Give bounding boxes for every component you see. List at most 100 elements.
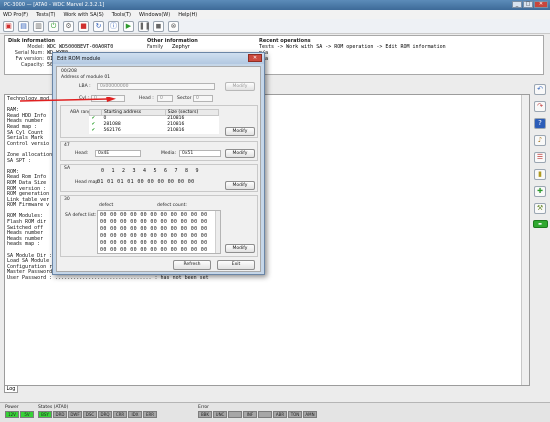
log-line: User Password : ........................… (7, 275, 209, 281)
help-circle-icon[interactable]: ? (534, 118, 546, 129)
cancel-icon[interactable]: ⊗ (168, 20, 179, 32)
database-icon[interactable]: ▮ (534, 169, 546, 180)
log-scrollbar[interactable] (521, 95, 529, 385)
family-label: Family (147, 44, 164, 50)
led-indicator: DRQ (98, 411, 112, 418)
power-group: Power 12V 5V (5, 405, 34, 418)
recent-operations: Recent operations Tests -> Work with SA … (259, 38, 446, 62)
reset-icon[interactable]: ↻ (93, 20, 104, 32)
music-note-icon[interactable]: ♪ (534, 135, 546, 146)
family-value: Zephyr (172, 44, 190, 50)
window-titlebar: PC-3000 — [ATA0 - WDC Marvel 2.3.2.1] _ … (0, 0, 550, 10)
power-on-icon[interactable]: ⏻ (48, 20, 59, 32)
defect-row: 00 00 00 00 00 00 00 00 00 00 00 (100, 233, 208, 239)
menu-item-wd-pro[interactable]: WD Pro(F) (3, 12, 28, 18)
list-check-icon[interactable]: ☰ (534, 152, 546, 163)
tools-icon[interactable]: ⚒ (534, 203, 546, 214)
led-indicator: UNC (213, 411, 227, 418)
exit-button[interactable]: Exit (217, 260, 255, 270)
defect-row: 00 00 00 00 00 00 00 00 00 00 00 (100, 219, 208, 225)
info-icon[interactable]: ⓘ (108, 20, 119, 32)
open-icon[interactable]: ▥ (33, 20, 44, 32)
check-icon[interactable]: ✔ (90, 128, 102, 134)
undo-icon[interactable]: ↶ (534, 84, 546, 95)
menu-item-help[interactable]: Help(H) (178, 12, 197, 18)
sa-defect-list-label: SA defect list: (65, 213, 97, 218)
lba-label: LBA : (79, 84, 91, 89)
sa-defect-frame: 30 defect defect count: SA defect list: … (60, 195, 258, 257)
modify-lba-button[interactable]: Modify (225, 82, 255, 91)
defect-column: defect (99, 203, 114, 208)
media-field[interactable]: 0x51 (179, 150, 221, 157)
menu-item-work-with-sa[interactable]: Work with SA(S) (64, 12, 104, 18)
play-icon[interactable]: ▶ (123, 20, 134, 32)
modify-head-map-button[interactable]: Modify (225, 181, 255, 190)
menu-item-windows[interactable]: Windows(W) (139, 12, 170, 18)
aba-frame: ABA range: Starting address Size (sector… (60, 105, 258, 138)
puzzle-icon[interactable]: ✚ (534, 186, 546, 197)
close-window-button[interactable]: ✕ (534, 1, 548, 8)
module-path: 00/208 (61, 69, 77, 74)
maximize-button[interactable]: □ (523, 1, 533, 8)
head-map-frame: SA 0 1 2 3 4 5 6 7 8 9 Head map: 01 01 0… (60, 164, 258, 192)
drive-icon[interactable]: ▣ (3, 20, 14, 32)
other-info: Other information Family Zephyr (147, 38, 198, 50)
led-indicator: INF (243, 411, 257, 418)
dialog-title: Edit ROM module (57, 55, 101, 62)
led-indicator: BBK (198, 411, 212, 418)
defect-row: 00 00 00 00 00 00 00 00 00 00 00 (100, 247, 208, 253)
section-47-title: 47 (64, 143, 70, 148)
stop-square-icon[interactable]: ◼ (153, 20, 164, 32)
head-index-row: 0 1 2 3 4 5 6 7 8 9 (101, 168, 199, 174)
led-indicator (258, 411, 272, 418)
led-indicator: 5V (20, 411, 34, 418)
defect-row: 00 00 00 00 00 00 00 00 00 00 00 (100, 240, 208, 246)
head-media-frame: 47 Head: 0x4E Media: 0x51 Modify (60, 141, 258, 161)
led-indicator: CRR (113, 411, 127, 418)
lba-field[interactable]: 0x00000000 (97, 83, 215, 90)
sa-defect-list[interactable]: 00 00 00 00 00 00 00 00 00 00 00 00 00 00… (97, 210, 221, 254)
menu-item-tests[interactable]: Tests(T) (36, 12, 55, 18)
section-30-title: 30 (64, 197, 70, 202)
head-value-field[interactable]: 0x4E (95, 150, 141, 157)
defect-count-column: defect count: (157, 203, 187, 208)
led-indicator: DWF (68, 411, 82, 418)
address-caption: Address of module 01 (61, 75, 111, 80)
led-indicator: BSY (38, 411, 52, 418)
states-group: States (ATA0) BSY DRD DWF DSC DRQ CRR IDX ERR (38, 405, 157, 418)
table-row[interactable]: ✔ 562176 210816 (90, 128, 219, 134)
defect-list-scrollbar[interactable] (215, 211, 220, 253)
head-field[interactable]: 0 (157, 95, 173, 102)
modify-aba-button[interactable]: Modify (225, 127, 255, 136)
sa-defect-rows: 00 00 00 00 00 00 00 00 00 00 00 00 00 00… (100, 212, 208, 253)
media-label: Media: (161, 151, 177, 156)
recent-operation-1: Tests -> Work with SA -> ROM operation -… (259, 44, 446, 50)
led-indicator: ERR (143, 411, 157, 418)
error-group: Error BBK UNC INF ABR TON AMN (198, 405, 317, 418)
dialog-close-button[interactable]: ✕ (248, 54, 262, 62)
window-title: PC-3000 — [ATA0 - WDC Marvel 2.3.2.1] (4, 2, 105, 8)
refresh-button[interactable]: Refresh (173, 260, 211, 270)
led-indicator: TON (288, 411, 302, 418)
settings-icon[interactable]: ⚙ (63, 20, 74, 32)
minimize-button[interactable]: _ (512, 1, 522, 8)
recent-operation-3: n/a (259, 56, 446, 62)
section-sa-title: SA (64, 166, 71, 171)
capacity-label: Capacity: (20, 62, 44, 68)
led-indicator: 12V (5, 411, 19, 418)
modify-defects-button[interactable]: Modify (225, 244, 255, 253)
edit-rom-module-dialog: Edit ROM module ✕ 00/208 Address of modu… (52, 52, 265, 275)
stop-icon[interactable]: ■ (78, 20, 89, 32)
sector-label: Sector : (177, 96, 195, 101)
menu-item-tools[interactable]: Tools(T) (112, 12, 131, 18)
redo-icon[interactable]: ↷ (534, 101, 546, 112)
save-icon[interactable]: ▤ (18, 20, 29, 32)
pause-icon[interactable]: ❚❚ (138, 20, 151, 32)
modify-head-media-button[interactable]: Modify (225, 149, 255, 158)
tab-log[interactable]: Log (4, 386, 18, 393)
menu-bar: WD Pro(F) Tests(T) Work with SA(S) Tools… (0, 10, 550, 19)
sector-field[interactable]: 0 (193, 95, 213, 102)
led-indicator: DSC (83, 411, 97, 418)
head-map-value[interactable]: 01 01 01 01 00 00 00 00 00 00 (97, 179, 194, 185)
status-indicator-icon[interactable]: ▬ (532, 220, 548, 228)
